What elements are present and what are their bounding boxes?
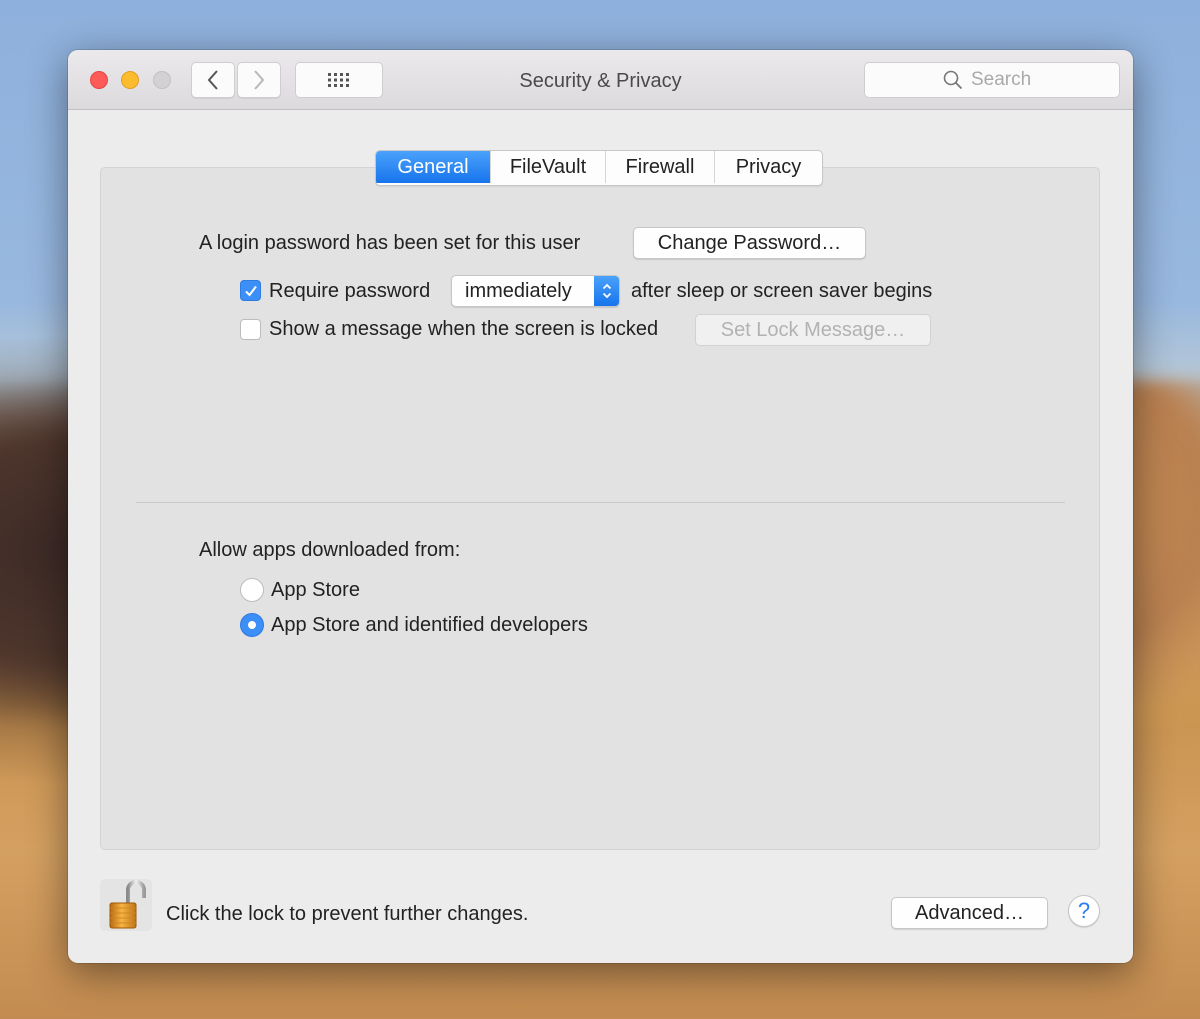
search-input[interactable] [971, 69, 1041, 91]
help-icon: ? [1077, 898, 1091, 923]
tab-filevault[interactable]: FileVault [490, 151, 605, 183]
show-message-label: Show a message when the screen is locked [269, 318, 659, 340]
lock-status-text: Click the lock to prevent further change… [166, 903, 529, 925]
radio-app-store-label: App Store [271, 579, 360, 601]
popup-arrows [594, 276, 619, 306]
tab-bar: General FileVault Firewall Privacy [375, 150, 823, 186]
radio-app-store[interactable] [240, 578, 264, 602]
tab-privacy[interactable]: Privacy [714, 151, 822, 183]
lock-button[interactable] [100, 879, 152, 931]
section-divider [136, 502, 1065, 503]
login-password-label: A login password has been set for this u… [199, 232, 581, 254]
tab-general[interactable]: General [376, 151, 490, 183]
change-password-button[interactable]: Change Password… [633, 227, 866, 259]
require-password-label: Require password [269, 280, 431, 302]
checkmark-icon [244, 285, 257, 297]
show-message-checkbox[interactable] [240, 319, 261, 340]
radio-app-store-identified-label: App Store and identified developers [271, 614, 588, 636]
allow-apps-heading: Allow apps downloaded from: [199, 539, 461, 561]
title-bar: Security & Privacy [68, 50, 1133, 110]
require-password-checkbox[interactable] [240, 280, 261, 301]
unlocked-padlock-icon [109, 880, 146, 929]
tab-firewall[interactable]: Firewall [605, 151, 714, 183]
radio-app-store-identified[interactable] [240, 613, 264, 637]
general-pane [100, 167, 1100, 850]
search-field[interactable] [864, 62, 1120, 98]
radio-selected-dot [248, 621, 256, 629]
security-privacy-window: Security & Privacy General FileVault Fir… [68, 50, 1133, 963]
help-button[interactable]: ? [1068, 895, 1100, 927]
require-password-delay-value: immediately [465, 280, 572, 302]
require-password-suffix: after sleep or screen saver begins [631, 280, 933, 302]
search-icon [943, 70, 963, 90]
require-password-delay-select[interactable]: immediately [451, 275, 620, 307]
up-down-chevron-icon [602, 283, 611, 299]
advanced-button[interactable]: Advanced… [891, 897, 1048, 929]
set-lock-message-button[interactable]: Set Lock Message… [695, 314, 931, 346]
